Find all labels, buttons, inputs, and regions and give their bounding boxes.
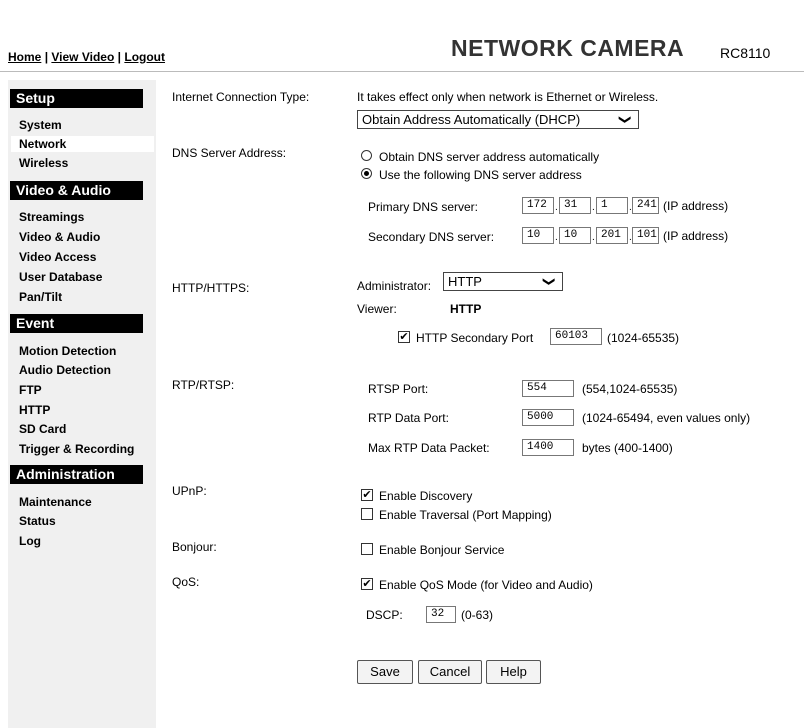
enable-traversal-checkbox[interactable] — [361, 508, 373, 520]
nav-separator: | — [117, 50, 122, 64]
viewer-protocol-value: HTTP — [450, 302, 482, 316]
viewer-label: Viewer: — [357, 302, 397, 316]
view-video-link[interactable]: View Video — [51, 50, 114, 64]
logout-link[interactable]: Logout — [124, 50, 165, 64]
connection-type-select[interactable]: Obtain Address Automatically (DHCP) ❯ — [357, 110, 639, 129]
sidebar-item-video-audio[interactable]: Video & Audio — [11, 229, 154, 245]
http-secondary-port-input[interactable]: 60103 — [550, 328, 602, 345]
sidebar-item-sd-card[interactable]: SD Card — [11, 421, 154, 437]
primary-ip-suffix: (IP address) — [663, 199, 729, 213]
sidebar-section-administration: Administration — [10, 465, 143, 484]
home-link[interactable]: Home — [8, 50, 41, 64]
model-name: RC8110 — [720, 45, 771, 61]
cancel-button[interactable]: Cancel — [418, 660, 482, 684]
sidebar-item-motion-detection[interactable]: Motion Detection — [11, 343, 154, 359]
http-https-label: HTTP/HTTPS: — [172, 281, 250, 295]
administrator-protocol-select[interactable]: HTTP ❯ — [443, 272, 563, 291]
ip-dot: . — [555, 232, 558, 243]
max-rtp-packet-label: Max RTP Data Packet: — [368, 441, 490, 455]
chevron-down-icon: ❯ — [542, 276, 557, 287]
max-rtp-packet-range: bytes (400-1400) — [582, 441, 673, 455]
secondary-dns-octet-4[interactable]: 101 — [632, 227, 659, 244]
dns-manual-radio[interactable] — [361, 168, 372, 179]
enable-qos-label: Enable QoS Mode (for Video and Audio) — [379, 578, 593, 592]
sidebar-item-trigger-recording[interactable]: Trigger & Recording — [11, 441, 154, 457]
primary-dns-octet-4[interactable]: 241 — [632, 197, 659, 214]
dns-manual-label: Use the following DNS server address — [379, 168, 582, 182]
sidebar-item-audio-detection[interactable]: Audio Detection — [11, 362, 154, 378]
enable-discovery-checkbox[interactable]: ✔ — [361, 489, 373, 501]
internet-connection-label: Internet Connection Type: — [172, 90, 310, 104]
top-nav: Home | View Video | Logout — [8, 50, 165, 64]
ip-dot: . — [592, 202, 595, 213]
secondary-dns-octet-3[interactable]: 201 — [596, 227, 628, 244]
internet-connection-note: It takes effect only when network is Eth… — [357, 90, 659, 104]
max-rtp-packet-input[interactable]: 1400 — [522, 439, 574, 456]
enable-qos-checkbox[interactable]: ✔ — [361, 578, 373, 590]
qos-label: QoS: — [172, 575, 200, 589]
dscp-input[interactable]: 32 — [426, 606, 456, 623]
rtp-data-port-range: (1024-65494, even values only) — [582, 411, 751, 425]
secondary-dns-label: Secondary DNS server: — [368, 230, 495, 244]
rtp-data-port-label: RTP Data Port: — [368, 411, 449, 425]
http-secondary-port-checkbox[interactable]: ✔ — [398, 331, 410, 343]
secondary-ip-suffix: (IP address) — [663, 229, 729, 243]
enable-bonjour-label: Enable Bonjour Service — [379, 543, 505, 557]
sidebar-item-maintenance[interactable]: Maintenance — [11, 494, 154, 510]
bonjour-label: Bonjour: — [172, 540, 217, 554]
check-icon: ✔ — [362, 578, 372, 590]
rtsp-port-input[interactable]: 554 — [522, 380, 574, 397]
header-divider — [0, 71, 804, 72]
rtsp-port-label: RTSP Port: — [368, 382, 429, 396]
sidebar-item-http[interactable]: HTTP — [11, 402, 154, 418]
enable-discovery-label: Enable Discovery — [379, 489, 473, 503]
sidebar-item-pan-tilt[interactable]: Pan/Tilt — [11, 289, 154, 305]
dscp-label: DSCP: — [366, 608, 403, 622]
secondary-dns-octet-2[interactable]: 10 — [559, 227, 591, 244]
rtp-rtsp-label: RTP/RTSP: — [172, 378, 235, 392]
http-secondary-port-range: (1024-65535) — [607, 331, 680, 345]
sidebar-item-user-database[interactable]: User Database — [11, 269, 154, 285]
sidebar-item-status[interactable]: Status — [11, 513, 154, 529]
sidebar-item-wireless[interactable]: Wireless — [11, 155, 154, 171]
save-button[interactable]: Save — [357, 660, 413, 684]
enable-bonjour-checkbox[interactable] — [361, 543, 373, 555]
dns-auto-label: Obtain DNS server address automatically — [379, 150, 600, 164]
enable-traversal-label: Enable Traversal (Port Mapping) — [379, 508, 552, 522]
nav-separator: | — [44, 50, 49, 64]
sidebar-item-ftp[interactable]: FTP — [11, 382, 154, 398]
primary-dns-octet-1[interactable]: 172 — [522, 197, 554, 214]
dscp-range: (0-63) — [461, 608, 494, 622]
sidebar-section-setup: Setup — [10, 89, 143, 108]
sidebar-item-video-access[interactable]: Video Access — [11, 249, 154, 265]
sidebar-item-system[interactable]: System — [11, 117, 154, 133]
dns-auto-radio[interactable] — [361, 150, 372, 161]
primary-dns-octet-2[interactable]: 31 — [559, 197, 591, 214]
sidebar-section-video-audio: Video & Audio — [10, 181, 143, 200]
sidebar-item-streamings[interactable]: Streamings — [11, 209, 154, 225]
connection-type-value: Obtain Address Automatically (DHCP) — [362, 112, 581, 127]
upnp-label: UPnP: — [172, 484, 207, 498]
rtp-data-port-input[interactable]: 5000 — [522, 409, 574, 426]
rtsp-port-range: (554,1024-65535) — [582, 382, 678, 396]
help-button[interactable]: Help — [486, 660, 541, 684]
ip-dot: . — [555, 202, 558, 213]
administrator-protocol-value: HTTP — [448, 274, 482, 289]
chevron-down-icon: ❯ — [618, 114, 633, 125]
administrator-label: Administrator: — [357, 279, 432, 293]
ip-dot: . — [592, 232, 595, 243]
dns-server-label: DNS Server Address: — [172, 146, 287, 160]
check-icon: ✔ — [362, 489, 372, 501]
secondary-dns-octet-1[interactable]: 10 — [522, 227, 554, 244]
check-icon: ✔ — [399, 331, 409, 343]
sidebar-item-network[interactable]: Network — [11, 136, 154, 152]
primary-dns-label: Primary DNS server: — [368, 200, 479, 214]
sidebar-section-event: Event — [10, 314, 143, 333]
http-secondary-port-label: HTTP Secondary Port — [416, 331, 534, 345]
primary-dns-octet-3[interactable]: 1 — [596, 197, 628, 214]
sidebar-item-log[interactable]: Log — [11, 533, 154, 549]
page-title: NETWORK CAMERA — [451, 35, 685, 61]
